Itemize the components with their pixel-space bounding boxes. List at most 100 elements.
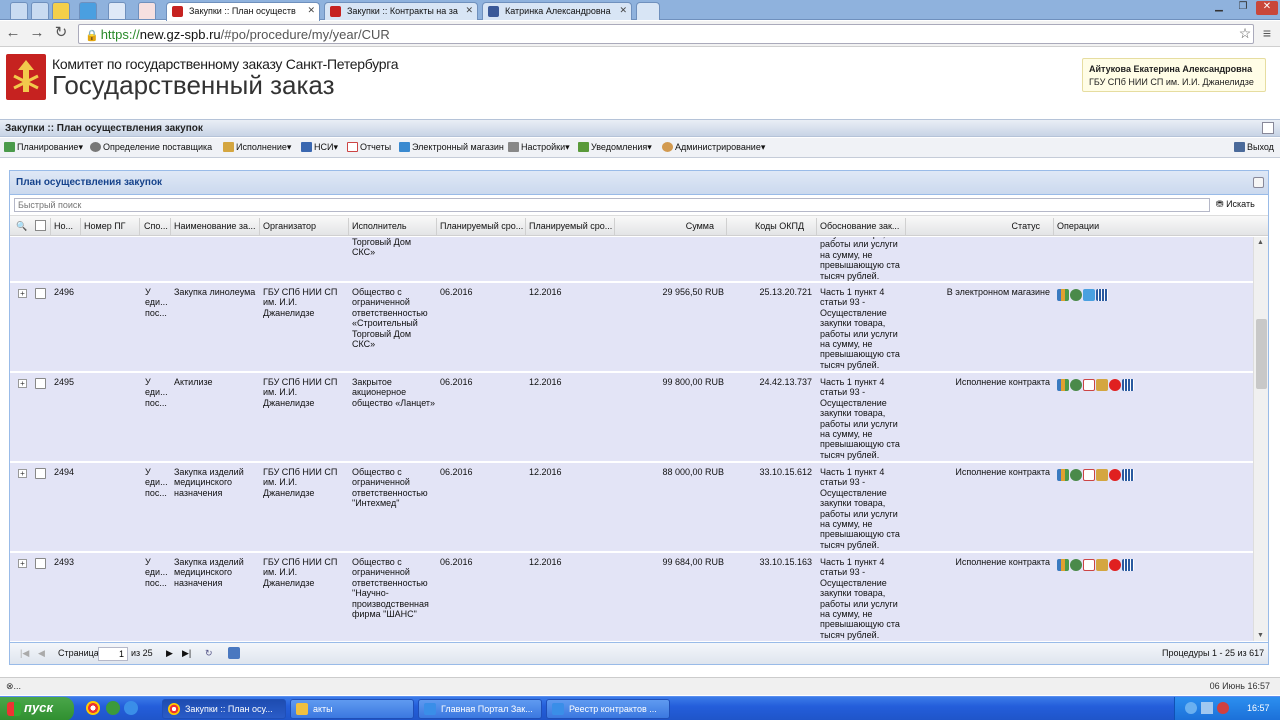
gear-green-icon[interactable] — [1070, 469, 1082, 481]
col-okpd[interactable]: Коды ОКПД — [755, 221, 815, 231]
menu-supplier[interactable]: Определение поставщика — [90, 142, 212, 152]
table-row[interactable]: Торговый Дом СКС» закупки товара, работы… — [10, 237, 1253, 282]
stop-icon[interactable] — [1109, 379, 1121, 391]
col-number[interactable]: Но... — [54, 221, 78, 231]
chrome-icon[interactable] — [86, 701, 100, 715]
close-tab-icon[interactable]: ✕ — [619, 5, 627, 16]
clock[interactable]: 16:57 — [1247, 703, 1270, 713]
row-checkbox[interactable] — [35, 468, 46, 479]
scroll-icon[interactable] — [1096, 559, 1108, 571]
menu-reports[interactable]: Отчеты — [347, 142, 391, 152]
expand-row-icon[interactable]: + — [18, 559, 27, 568]
col-name[interactable]: Наименование за... — [174, 221, 258, 231]
menu-notifications[interactable]: Уведомления▾ — [578, 142, 652, 153]
table-row[interactable]: + 2496 У еди... пос... Закупка линолеума… — [10, 283, 1253, 372]
url-input[interactable]: 🔒 https://new.gz-spb.ru/#po/procedure/my/… — [78, 24, 1254, 44]
ie-icon[interactable] — [124, 701, 138, 715]
maximize-icon[interactable]: ❐ — [1232, 1, 1254, 15]
reload-icon[interactable]: ↻ — [52, 24, 70, 42]
menu-eshop[interactable]: Электронный магазин — [399, 142, 504, 152]
clear-filter-icon[interactable]: 🔍 — [16, 221, 27, 232]
document-icon[interactable] — [1083, 469, 1095, 481]
barcode-icon[interactable] — [1122, 379, 1134, 391]
browser-tab[interactable]: Катринка Александровна ✕ — [482, 2, 632, 20]
chart-icon[interactable] — [1057, 289, 1069, 301]
cart-icon[interactable] — [1083, 289, 1095, 301]
gear-green-icon[interactable] — [1070, 559, 1082, 571]
col-plan-start[interactable]: Планируемый сро... — [440, 221, 524, 231]
row-checkbox[interactable] — [35, 558, 46, 569]
document-icon[interactable] — [1083, 379, 1095, 391]
stop-icon[interactable] — [1109, 469, 1121, 481]
pinned-tab[interactable] — [79, 2, 97, 19]
last-page-icon[interactable]: ▶| — [182, 648, 191, 659]
browser-tab[interactable]: Закупки :: Контракты на за ✕ — [324, 2, 478, 20]
chart-icon[interactable] — [1057, 559, 1069, 571]
scroll-up-icon[interactable]: ▲ — [1257, 239, 1264, 246]
row-checkbox[interactable] — [35, 288, 46, 299]
gear-green-icon[interactable] — [1070, 289, 1082, 301]
page-number-input[interactable] — [98, 647, 128, 661]
chart-icon[interactable] — [1057, 379, 1069, 391]
expand-row-icon[interactable]: + — [18, 469, 27, 478]
back-arrow-icon[interactable]: ← — [4, 24, 22, 42]
chart-icon[interactable] — [1057, 469, 1069, 481]
row-checkbox[interactable] — [35, 378, 46, 389]
barcode-icon[interactable] — [1096, 289, 1108, 301]
col-method[interactable]: Спо... — [144, 221, 170, 231]
search-button[interactable]: ⛃ Искать — [1216, 199, 1255, 210]
close-window-icon[interactable]: ✕ — [1256, 1, 1278, 15]
table-row[interactable]: + 2495 У еди... пос... Актилизе ГБУ СПб … — [10, 373, 1253, 462]
volume-icon[interactable] — [1201, 702, 1213, 714]
pinned-tab[interactable] — [138, 2, 156, 19]
select-all-checkbox[interactable] — [35, 220, 46, 231]
pinned-tab[interactable] — [10, 2, 28, 19]
menu-icon[interactable]: ≡ — [1258, 24, 1276, 42]
grid-scrollbar[interactable]: ▲ ▼ — [1253, 237, 1268, 641]
prev-page-icon[interactable]: ◀ — [38, 648, 45, 659]
table-row[interactable]: + 2494 У еди... пос... Закупка изделий м… — [10, 463, 1253, 552]
minimize-icon[interactable]: ▁ — [1208, 1, 1230, 15]
taskbar-window[interactable]: Главная Портал Зак... — [418, 699, 542, 719]
browser-tab-active[interactable]: Закупки :: План осуществ ✕ — [166, 2, 320, 21]
new-tab-button[interactable] — [636, 2, 660, 20]
exit-button[interactable]: Выход — [1234, 142, 1274, 152]
taskbar-window[interactable]: акты — [290, 699, 414, 719]
app-icon[interactable] — [106, 701, 120, 715]
col-sum[interactable]: Сумма — [618, 221, 714, 231]
expand-row-icon[interactable]: + — [18, 379, 27, 388]
bookmark-star-icon[interactable]: ☆ — [1236, 24, 1254, 42]
scroll-icon[interactable] — [1096, 469, 1108, 481]
col-plan-number[interactable]: Номер ПГ — [84, 221, 138, 231]
menu-execution[interactable]: Исполнение▾ — [223, 142, 291, 153]
col-executor[interactable]: Исполнитель — [352, 221, 436, 231]
forward-arrow-icon[interactable]: → — [28, 24, 46, 42]
save-icon[interactable] — [228, 647, 240, 659]
gear-green-icon[interactable] — [1070, 379, 1082, 391]
close-tab-icon[interactable]: ✕ — [307, 5, 315, 16]
barcode-icon[interactable] — [1122, 559, 1134, 571]
start-button[interactable]: пуск — [0, 697, 74, 720]
refresh-panel-icon[interactable] — [1253, 177, 1264, 188]
pinned-tab[interactable] — [108, 2, 126, 19]
pinned-tab[interactable] — [31, 2, 49, 19]
taskbar-window[interactable]: Реестр контрактов ... — [546, 699, 670, 719]
taskbar-window-active[interactable]: Закупки :: План осу... — [162, 699, 286, 719]
table-row[interactable]: + 2493 У еди... пос... Закупка изделий м… — [10, 553, 1253, 641]
quick-search-input[interactable] — [14, 198, 1210, 212]
col-status[interactable]: Статус — [910, 221, 1040, 231]
close-tab-icon[interactable]: ✕ — [465, 5, 473, 16]
menu-settings[interactable]: Настройки▾ — [508, 142, 570, 153]
menu-planning[interactable]: Планирование▾ — [4, 142, 83, 153]
stop-icon[interactable] — [1109, 559, 1121, 571]
col-plan-end[interactable]: Планируемый сро... — [529, 221, 613, 231]
network-icon[interactable] — [1185, 702, 1197, 714]
scroll-icon[interactable] — [1096, 379, 1108, 391]
barcode-icon[interactable] — [1122, 469, 1134, 481]
refresh-icon[interactable]: ↻ — [205, 648, 213, 659]
maximize-section-icon[interactable] — [1262, 122, 1274, 134]
scroll-down-icon[interactable]: ▼ — [1257, 632, 1264, 639]
menu-admin[interactable]: Администрирование▾ — [662, 142, 765, 153]
col-organizer[interactable]: Организатор — [263, 221, 347, 231]
document-icon[interactable] — [1083, 559, 1095, 571]
